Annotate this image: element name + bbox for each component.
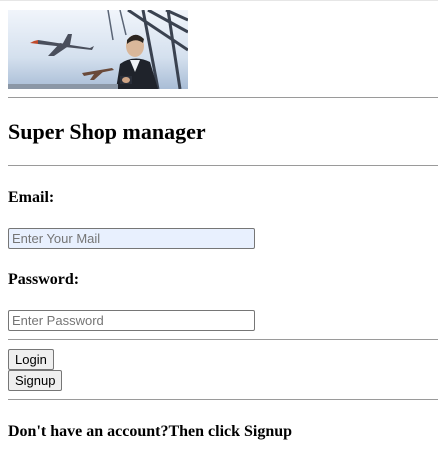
email-label: Email: — [8, 189, 55, 206]
divider-form — [8, 339, 438, 340]
banner-image — [8, 10, 188, 89]
password-input[interactable] — [8, 310, 255, 331]
signup-hint: Don't have an account?Then click Signup — [8, 423, 293, 440]
divider-header — [8, 97, 438, 98]
banner-illustration — [8, 10, 188, 89]
divider-title — [8, 165, 438, 166]
password-label: Password: — [8, 271, 80, 288]
email-input[interactable] — [8, 228, 255, 249]
signup-button[interactable]: Signup — [8, 370, 63, 391]
top-divider — [0, 0, 438, 1]
page-title: Super Shop manager — [8, 119, 206, 144]
login-button[interactable]: Login — [8, 349, 54, 370]
divider-actions — [8, 399, 438, 400]
